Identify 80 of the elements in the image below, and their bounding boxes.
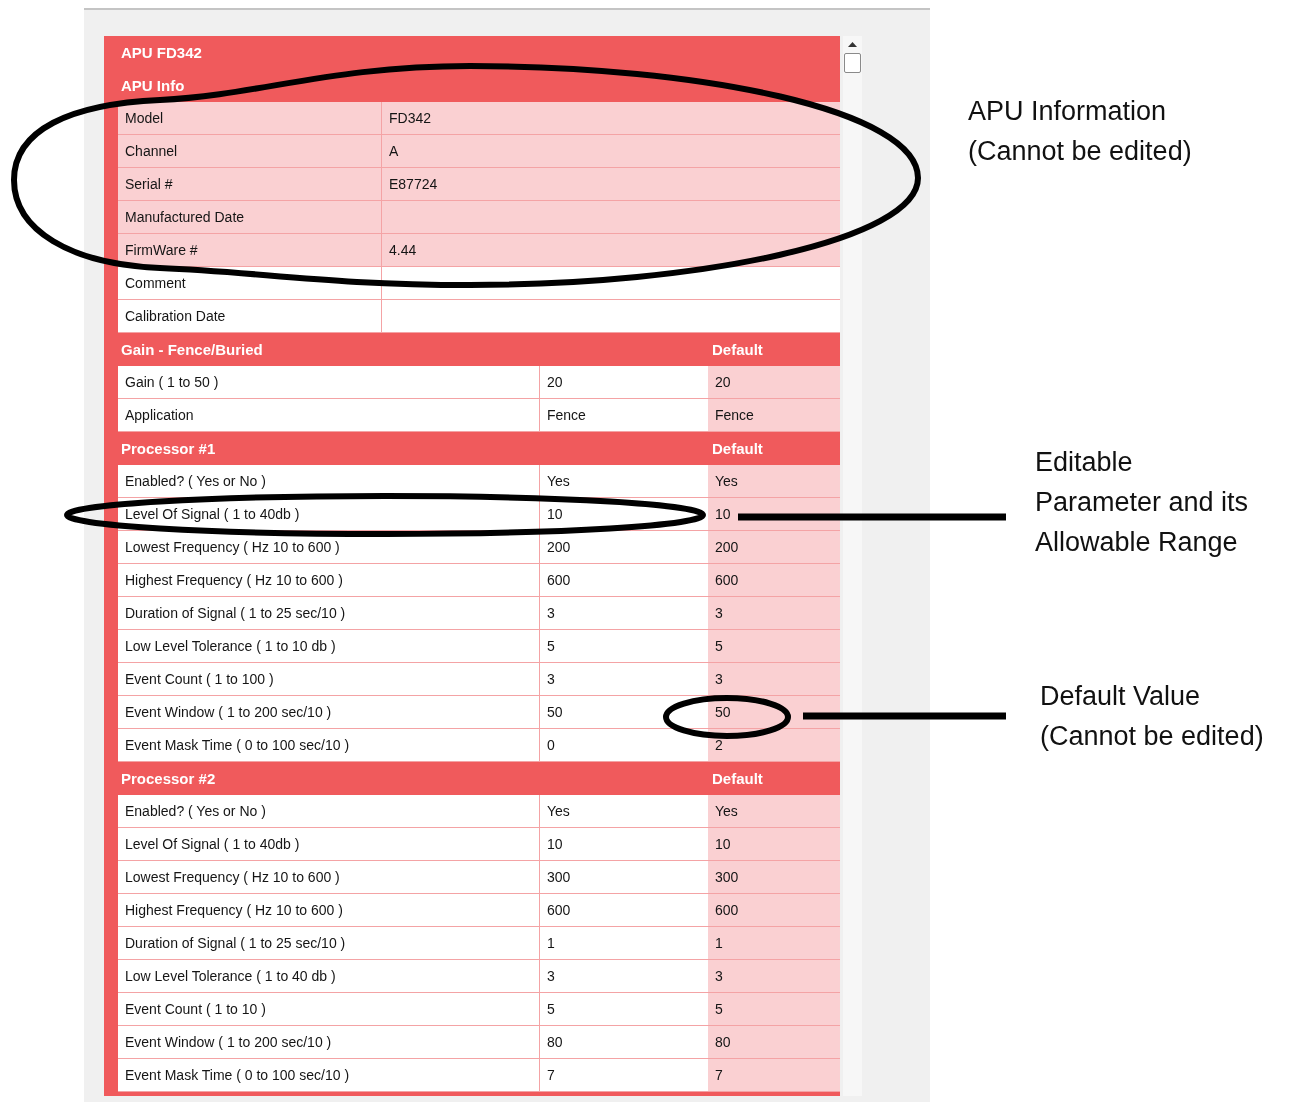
- default-cell: Yes: [706, 465, 840, 497]
- default-cell: 7: [706, 1059, 840, 1091]
- property-label: Highest Frequency ( Hz 10 to 600 ): [118, 894, 540, 926]
- callout-text: Default Value (Cannot be edited): [1040, 680, 1264, 753]
- section-header: Processor #2: [120, 770, 217, 787]
- value-cell[interactable]: 20: [540, 366, 706, 398]
- default-cell: 600: [706, 894, 840, 926]
- value-cell[interactable]: 50: [540, 696, 706, 728]
- default-cell: 3: [706, 663, 840, 695]
- default-cell: 1: [706, 927, 840, 959]
- default-cell: 20: [706, 366, 840, 398]
- property-label: Event Mask Time ( 0 to 100 sec/10 ): [118, 729, 540, 761]
- value-cell[interactable]: 3: [540, 960, 706, 992]
- callout-text: Editable Parameter and its Allowable Range: [1035, 446, 1249, 559]
- value-cell[interactable]: 3: [540, 597, 706, 629]
- section-header: APU Info: [120, 77, 186, 94]
- property-label: Event Window ( 1 to 200 sec/10 ): [118, 1026, 540, 1058]
- property-label: Event Mask Time ( 0 to 100 sec/10 ): [118, 1059, 540, 1091]
- property-label: Lowest Frequency ( Hz 10 to 600 ): [118, 861, 540, 893]
- value-cell: 4.44: [382, 234, 840, 266]
- section-header: Processor #1: [120, 440, 217, 457]
- value-cell[interactable]: Yes: [540, 795, 706, 827]
- value-cell[interactable]: 600: [540, 564, 706, 596]
- scroll-up-icon[interactable]: [848, 42, 857, 47]
- property-label: Serial #: [118, 168, 382, 200]
- property-label: Application: [118, 399, 540, 431]
- property-label: Event Count ( 1 to 10 ): [118, 993, 540, 1025]
- property-label: Channel: [118, 135, 382, 167]
- property-label: Duration of Signal ( 1 to 25 sec/10 ): [118, 927, 540, 959]
- property-label: Level Of Signal ( 1 to 40db ): [118, 828, 540, 860]
- value-cell[interactable]: 10: [540, 828, 706, 860]
- value-cell[interactable]: 5: [540, 630, 706, 662]
- default-cell: 5: [706, 630, 840, 662]
- value-cell[interactable]: 3: [540, 663, 706, 695]
- default-cell: Yes: [706, 795, 840, 827]
- default-cell: 2: [706, 729, 840, 761]
- default-cell: 600: [706, 564, 840, 596]
- value-cell[interactable]: 600: [540, 894, 706, 926]
- value-cell: FD342: [382, 102, 840, 134]
- column-header: Default: [712, 770, 764, 787]
- section-header: Gain - Fence/Buried: [120, 341, 264, 358]
- property-label: Enabled? ( Yes or No ): [118, 465, 540, 497]
- column-header: Default: [712, 440, 764, 457]
- value-cell[interactable]: Fence: [540, 399, 706, 431]
- value-cell[interactable]: 80: [540, 1026, 706, 1058]
- property-label: Model: [118, 102, 382, 134]
- value-cell: E87724: [382, 168, 840, 200]
- value-cell[interactable]: 300: [540, 861, 706, 893]
- default-cell: 3: [706, 960, 840, 992]
- value-cell[interactable]: 1: [540, 927, 706, 959]
- property-label: Low Level Tolerance ( 1 to 40 db ): [118, 960, 540, 992]
- default-cell: Fence: [706, 399, 840, 431]
- value-cell[interactable]: Yes: [540, 465, 706, 497]
- default-cell: 10: [706, 828, 840, 860]
- value-cell[interactable]: 0: [540, 729, 706, 761]
- property-label: Gain ( 1 to 50 ): [118, 366, 540, 398]
- value-cell[interactable]: 7: [540, 1059, 706, 1091]
- property-label: Duration of Signal ( 1 to 25 sec/10 ): [118, 597, 540, 629]
- column-header: Default: [712, 341, 764, 358]
- property-label: Enabled? ( Yes or No ): [118, 795, 540, 827]
- callout-text: APU Information (Cannot be edited): [968, 95, 1192, 168]
- value-cell: A: [382, 135, 840, 167]
- default-cell: 80: [706, 1026, 840, 1058]
- value-cell[interactable]: 200: [540, 531, 706, 563]
- default-cell: 3: [706, 597, 840, 629]
- property-label: Low Level Tolerance ( 1 to 10 db ): [118, 630, 540, 662]
- value-cell[interactable]: 5: [540, 993, 706, 1025]
- property-label: Event Count ( 1 to 100 ): [118, 663, 540, 695]
- property-label: FirmWare #: [118, 234, 382, 266]
- default-cell: 300: [706, 861, 840, 893]
- property-label: Highest Frequency ( Hz 10 to 600 ): [118, 564, 540, 596]
- scroll-thumb[interactable]: [844, 53, 861, 73]
- property-label: Manufactured Date: [118, 201, 382, 233]
- scrollbar[interactable]: [843, 36, 862, 1096]
- value-cell[interactable]: [382, 300, 840, 332]
- default-cell: 200: [706, 531, 840, 563]
- property-label: Calibration Date: [118, 300, 382, 332]
- default-cell: 5: [706, 993, 840, 1025]
- grid-title: APU FD342: [120, 44, 203, 61]
- property-label: Event Window ( 1 to 200 sec/10 ): [118, 696, 540, 728]
